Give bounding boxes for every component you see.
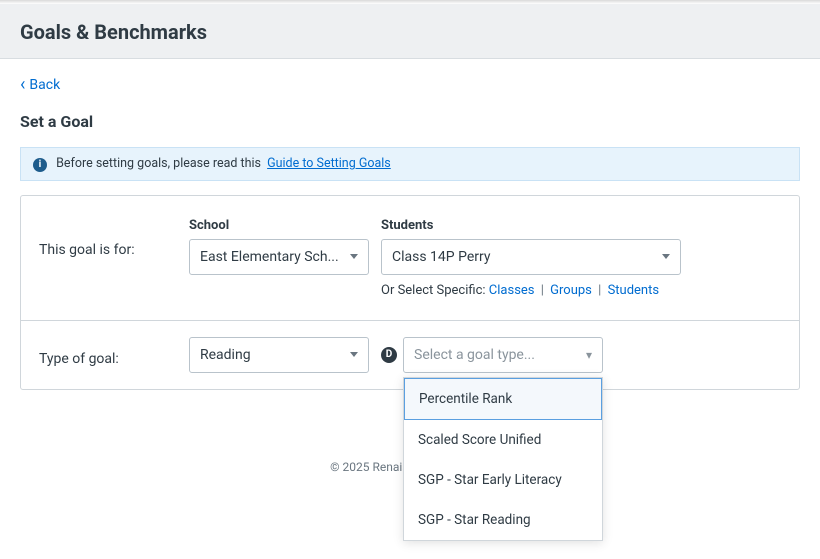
guide-link[interactable]: Guide to Setting Goals (267, 156, 391, 171)
subject-select-value: Reading (200, 347, 251, 363)
goal-scope-row: This goal is for: School East Elementary… (21, 196, 799, 320)
type-field-group: Reading D Select a goal type... ▾ Percen… (189, 337, 603, 373)
school-select[interactable]: East Elementary Sch... (189, 239, 369, 275)
students-select-value: Class 14P Perry (392, 249, 491, 265)
chevron-left-icon: ‹ (20, 76, 25, 94)
students-link[interactable]: Students (608, 283, 660, 298)
chevron-down-icon (350, 352, 358, 357)
school-select-value: East Elementary Sch... (200, 249, 339, 265)
students-field: Students Class 14P Perry Or Select Speci… (381, 218, 681, 298)
goal-form-box: This goal is for: School East Elementary… (20, 195, 800, 390)
goal-type-option[interactable]: Scaled Score Unified (404, 420, 602, 460)
subject-select[interactable]: Reading (189, 337, 369, 373)
chevron-down-icon (662, 254, 670, 259)
goal-type-placeholder: Select a goal type... (414, 347, 535, 363)
info-banner-text: Before setting goals, please read this (56, 156, 261, 171)
goal-type-select[interactable]: Select a goal type... ▾ (403, 337, 603, 373)
back-link-label: Back (29, 77, 60, 93)
school-field-label: School (189, 218, 369, 233)
goal-type-dropdown: Percentile Rank Scaled Score Unified SGP… (403, 377, 603, 541)
goal-type-wrapper: D Select a goal type... ▾ Percentile Ran… (381, 337, 603, 373)
row-label-scope: This goal is for: (39, 218, 189, 258)
back-link[interactable]: ‹ Back (20, 76, 60, 94)
separator: | (541, 283, 544, 298)
goal-type-row: Type of goal: Reading D Select a goal ty… (21, 320, 799, 389)
chevron-down-icon (350, 254, 358, 259)
specific-links-prefix: Or Select Specific: (381, 283, 486, 298)
separator: | (598, 283, 601, 298)
row-label-type: Type of goal: (39, 343, 189, 367)
classes-link[interactable]: Classes (489, 283, 535, 298)
chevron-down-icon: ▾ (586, 348, 592, 362)
info-banner: i Before setting goals, please read this… (20, 147, 800, 181)
page-title: Goals & Benchmarks (20, 20, 800, 44)
page-header: Goals & Benchmarks (0, 4, 820, 59)
students-select[interactable]: Class 14P Perry (381, 239, 681, 275)
goal-type-option[interactable]: SGP - Star Early Literacy (404, 460, 602, 500)
goal-type-option[interactable]: Percentile Rank (404, 378, 602, 420)
scope-field-group: School East Elementary Sch... Students C… (189, 218, 681, 298)
specific-links: Or Select Specific: Classes | Groups | S… (381, 283, 681, 298)
section-title: Set a Goal (20, 112, 800, 131)
content-area: ‹ Back Set a Goal i Before setting goals… (0, 59, 820, 474)
d-badge-icon: D (381, 347, 397, 363)
groups-link[interactable]: Groups (550, 283, 592, 298)
school-field: School East Elementary Sch... (189, 218, 369, 298)
students-field-label: Students (381, 218, 681, 233)
goal-type-option[interactable]: SGP - Star Reading (404, 500, 602, 540)
info-icon: i (33, 158, 47, 172)
